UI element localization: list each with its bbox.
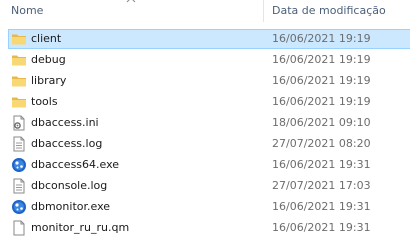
file-name: monitor_ru_ru.qm <box>31 221 130 234</box>
application-exe-icon <box>11 157 27 173</box>
text-file-icon <box>11 178 27 194</box>
file-date-modified: 16/06/2021 19:19 <box>272 74 371 87</box>
file-row[interactable]: dbaccess.ini 18/06/2021 09:10 <box>0 113 410 134</box>
file-date-modified: 16/06/2021 19:31 <box>272 158 371 171</box>
name-column-header[interactable]: Nome <box>0 0 262 22</box>
file-row[interactable]: debug 16/06/2021 19:19 <box>0 50 410 71</box>
file-row[interactable]: client 16/06/2021 19:19 <box>0 29 410 50</box>
file-name: debug <box>31 53 66 66</box>
file-row[interactable]: dbmonitor.exe 16/06/2021 19:31 <box>0 197 410 218</box>
sort-ascending-icon <box>126 0 136 3</box>
file-date-modified: 16/06/2021 19:19 <box>272 95 371 108</box>
file-row[interactable]: dbaccess64.exe 16/06/2021 19:31 <box>0 155 410 176</box>
folder-icon <box>11 31 27 47</box>
file-row[interactable]: tools 16/06/2021 19:19 <box>0 92 410 113</box>
file-name: dbmonitor.exe <box>31 200 111 213</box>
file-name: dbconsole.log <box>31 179 108 192</box>
date-modified-column-label: Data de modificação <box>272 4 386 17</box>
column-header-bar: Nome Data de modificação <box>0 0 410 22</box>
file-name: dbaccess.log <box>31 137 103 150</box>
file-date-modified: 18/06/2021 09:10 <box>272 116 371 129</box>
file-date-modified: 27/07/2021 08:20 <box>272 137 371 150</box>
file-name: tools <box>31 95 58 108</box>
file-explorer-list: Nome Data de modificação client 16/06/202… <box>0 0 410 247</box>
file-row[interactable]: monitor_ru_ru.qm 16/06/2021 19:31 <box>0 218 410 239</box>
file-row[interactable]: dbconsole.log 27/07/2021 17:03 <box>0 176 410 197</box>
folder-icon <box>11 52 27 68</box>
file-row[interactable]: library 16/06/2021 19:19 <box>0 71 410 92</box>
application-exe-icon <box>11 199 27 215</box>
folder-icon <box>11 73 27 89</box>
ini-settings-file-icon <box>11 115 27 131</box>
file-date-modified: 16/06/2021 19:31 <box>272 200 371 213</box>
file-row[interactable]: dbaccess.log 27/07/2021 08:20 <box>0 134 410 155</box>
file-date-modified: 16/06/2021 19:19 <box>272 53 371 66</box>
file-name: dbaccess.ini <box>31 116 99 129</box>
file-name: library <box>31 74 67 87</box>
name-column-label: Nome <box>11 4 44 17</box>
folder-icon <box>11 94 27 110</box>
file-date-modified: 16/06/2021 19:19 <box>272 32 371 45</box>
file-name: dbaccess64.exe <box>31 158 120 171</box>
text-file-icon <box>11 136 27 152</box>
file-list: client 16/06/2021 19:19 debug 16/06/2021 19… <box>0 29 410 239</box>
date-modified-column-header[interactable]: Data de modificação <box>264 0 410 22</box>
blank-file-icon <box>11 220 27 236</box>
file-date-modified: 27/07/2021 17:03 <box>272 179 371 192</box>
file-date-modified: 16/06/2021 19:31 <box>272 221 371 234</box>
file-name: client <box>31 32 62 45</box>
